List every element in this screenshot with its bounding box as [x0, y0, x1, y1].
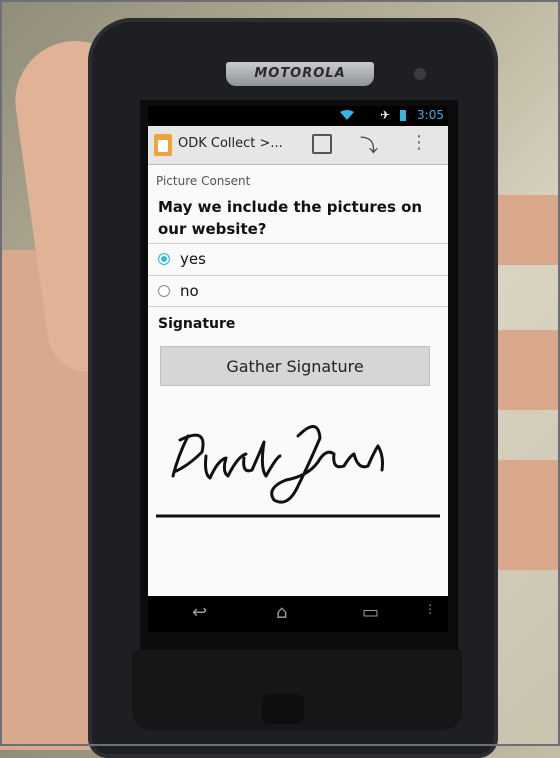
airplane-icon: ✈ [380, 108, 391, 122]
overflow-dots-icon[interactable]: ⋮ [424, 602, 436, 616]
question-text: May we include the pictures on our websi… [158, 198, 423, 238]
signature-image [156, 425, 440, 518]
action-bar: ODK Collect >... ⤵ ⋮ [148, 126, 448, 165]
app-title[interactable]: ODK Collect >... [178, 136, 283, 151]
gather-signature-button[interactable]: Gather Signature [160, 346, 430, 386]
radio-button[interactable] [158, 285, 170, 297]
save-icon[interactable] [312, 134, 332, 154]
overflow-menu-icon[interactable]: ⋮ [410, 132, 428, 153]
wifi-icon [340, 110, 354, 120]
divider [148, 275, 448, 276]
recent-apps-icon[interactable]: ▭ [362, 602, 379, 623]
home-icon[interactable]: ⌂ [276, 602, 287, 623]
radio-label: yes [180, 250, 206, 268]
divider [148, 243, 448, 244]
radio-option-yes[interactable]: yes [158, 250, 206, 268]
group-label: Picture Consent [156, 174, 251, 188]
android-nav-bar: ↩ ⌂ ▭ ⋮ [148, 596, 448, 632]
signature-label: Signature [158, 316, 236, 332]
phone-bottom-button [262, 694, 304, 724]
clipboard-icon[interactable] [154, 134, 172, 156]
app-screen: ODK Collect >... ⤵ ⋮ Picture Consent May… [148, 126, 448, 596]
front-camera [414, 68, 426, 80]
phone-brand-label: MOTOROLA [226, 62, 374, 86]
status-time: 3:05 [417, 108, 444, 122]
back-icon[interactable]: ↩ [192, 602, 207, 623]
jump-icon[interactable]: ⤵ [360, 132, 378, 158]
battery-icon [400, 110, 406, 121]
radio-option-no[interactable]: no [158, 282, 199, 300]
radio-label: no [180, 282, 199, 300]
radio-button[interactable] [158, 253, 170, 265]
status-bar: ✈ 3:05 [148, 106, 448, 126]
divider [148, 306, 448, 307]
